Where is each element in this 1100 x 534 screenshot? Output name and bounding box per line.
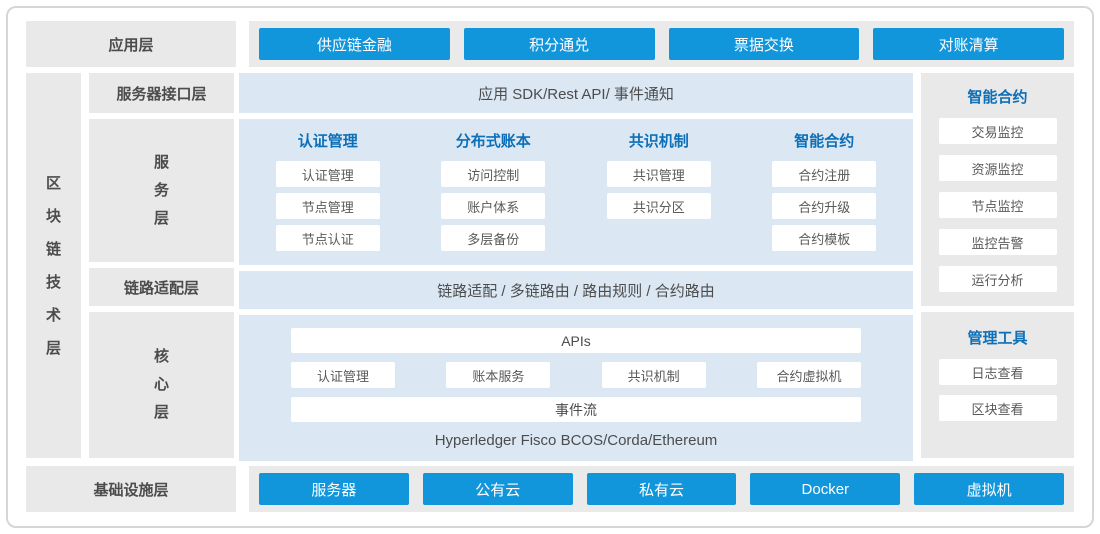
architecture-diagram-frame: 应用层 供应链金融 积分通兑 票据交换 对账清算 区块链技术层 服务器接口层 服… bbox=[6, 6, 1094, 528]
service-column-ledger: 分布式账本 访问控制 账户体系 多层备份 bbox=[411, 130, 577, 257]
core-event-stream-bar: 事件流 bbox=[291, 397, 861, 422]
blockchain-tech-layer-row: 区块链技术层 服务器接口层 服务层 链路适配层 核心层 应用 SDK/Rest … bbox=[26, 73, 1074, 458]
service-item: 合约升级 bbox=[772, 193, 876, 219]
service-item: 合约注册 bbox=[772, 161, 876, 187]
core-module: 共识机制 bbox=[602, 362, 706, 388]
monitoring-panel-header: 智能合约 bbox=[967, 86, 1027, 107]
sub-layer-labels-column: 服务器接口层 服务层 链路适配层 核心层 bbox=[89, 73, 234, 458]
infra-chip-public-cloud: 公有云 bbox=[423, 473, 573, 505]
link-adapter-layer-label: 链路适配层 bbox=[89, 268, 234, 306]
management-tools-panel: 管理工具 日志查看 区块查看 bbox=[921, 312, 1074, 458]
infra-chip-server: 服务器 bbox=[259, 473, 409, 505]
service-item: 节点管理 bbox=[276, 193, 380, 219]
service-item: 共识管理 bbox=[607, 161, 711, 187]
application-layer-label: 应用层 bbox=[26, 21, 236, 67]
management-tool-item: 区块查看 bbox=[939, 395, 1057, 421]
infrastructure-layer-label: 基础设施层 bbox=[26, 466, 236, 512]
monitoring-item: 资源监控 bbox=[939, 155, 1057, 181]
service-column-smart-contract-header: 智能合约 bbox=[794, 130, 854, 152]
service-column-smart-contract: 智能合约 合约注册 合约升级 合约模板 bbox=[742, 130, 908, 257]
app-chip-bill-exchange: 票据交换 bbox=[669, 28, 860, 60]
service-item: 共识分区 bbox=[607, 193, 711, 219]
application-layer-row: 应用层 供应链金融 积分通兑 票据交换 对账清算 bbox=[26, 21, 1074, 67]
core-layer-label-text: 核心层 bbox=[154, 343, 170, 427]
blockchain-tech-layer-label: 区块链技术层 bbox=[26, 73, 81, 458]
core-layer-panel: APIs 认证管理 账本服务 共识机制 合约虚拟机 事件流 Hyperledge… bbox=[239, 315, 913, 461]
service-layer-label: 服务层 bbox=[89, 119, 234, 262]
blockchain-tech-layer-label-text: 区块链技术层 bbox=[46, 167, 62, 365]
app-chip-reconciliation: 对账清算 bbox=[873, 28, 1064, 60]
core-module: 账本服务 bbox=[446, 362, 550, 388]
service-column-auth: 认证管理 认证管理 节点管理 节点认证 bbox=[245, 130, 411, 257]
service-column-consensus-header: 共识机制 bbox=[629, 130, 689, 152]
service-column-auth-header: 认证管理 bbox=[298, 130, 358, 152]
service-column-ledger-header: 分布式账本 bbox=[456, 130, 531, 152]
service-column-consensus: 共识机制 共识管理 共识分区 bbox=[576, 130, 742, 257]
layer-content-column: 应用 SDK/Rest API/ 事件通知 认证管理 认证管理 节点管理 节点认… bbox=[239, 73, 913, 458]
app-chip-points-exchange: 积分通兑 bbox=[464, 28, 655, 60]
service-layer-label-text: 服务层 bbox=[154, 149, 170, 233]
management-tools-header: 管理工具 bbox=[967, 327, 1027, 348]
interface-layer-content: 应用 SDK/Rest API/ 事件通知 bbox=[239, 73, 913, 113]
interface-layer-label: 服务器接口层 bbox=[89, 73, 234, 113]
service-item: 访问控制 bbox=[441, 161, 545, 187]
core-layer-label: 核心层 bbox=[89, 312, 234, 458]
service-item: 认证管理 bbox=[276, 161, 380, 187]
service-layer-panel: 认证管理 认证管理 节点管理 节点认证 分布式账本 访问控制 账户体系 多层备份… bbox=[239, 119, 913, 265]
core-apis-bar: APIs bbox=[291, 328, 861, 353]
monitoring-item: 运行分析 bbox=[939, 266, 1057, 292]
core-module: 认证管理 bbox=[291, 362, 395, 388]
monitoring-panel: 智能合约 交易监控 资源监控 节点监控 监控告警 运行分析 bbox=[921, 73, 1074, 306]
infra-chip-private-cloud: 私有云 bbox=[587, 473, 737, 505]
application-layer-strip: 供应链金融 积分通兑 票据交换 对账清算 bbox=[249, 21, 1074, 67]
monitoring-item: 交易监控 bbox=[939, 118, 1057, 144]
infrastructure-layer-strip: 服务器 公有云 私有云 Docker 虚拟机 bbox=[249, 466, 1074, 512]
infrastructure-layer-row: 基础设施层 服务器 公有云 私有云 Docker 虚拟机 bbox=[26, 466, 1074, 512]
infra-chip-docker: Docker bbox=[750, 473, 900, 505]
service-item: 合约模板 bbox=[772, 225, 876, 251]
monitoring-item: 监控告警 bbox=[939, 229, 1057, 255]
core-modules-row: 认证管理 账本服务 共识机制 合约虚拟机 bbox=[291, 362, 861, 388]
core-module: 合约虚拟机 bbox=[757, 362, 861, 388]
service-item: 节点认证 bbox=[276, 225, 380, 251]
service-item: 账户体系 bbox=[441, 193, 545, 219]
infra-chip-vm: 虚拟机 bbox=[914, 473, 1064, 505]
monitoring-item: 节点监控 bbox=[939, 192, 1057, 218]
core-platforms-text: Hyperledger Fisco BCOS/Corda/Ethereum bbox=[291, 432, 861, 449]
management-tool-item: 日志查看 bbox=[939, 359, 1057, 385]
service-item: 多层备份 bbox=[441, 225, 545, 251]
right-side-column: 智能合约 交易监控 资源监控 节点监控 监控告警 运行分析 管理工具 日志查看 … bbox=[921, 73, 1074, 458]
link-adapter-layer-content: 链路适配 / 多链路由 / 路由规则 / 合约路由 bbox=[239, 271, 913, 309]
app-chip-supply-chain-finance: 供应链金融 bbox=[259, 28, 450, 60]
